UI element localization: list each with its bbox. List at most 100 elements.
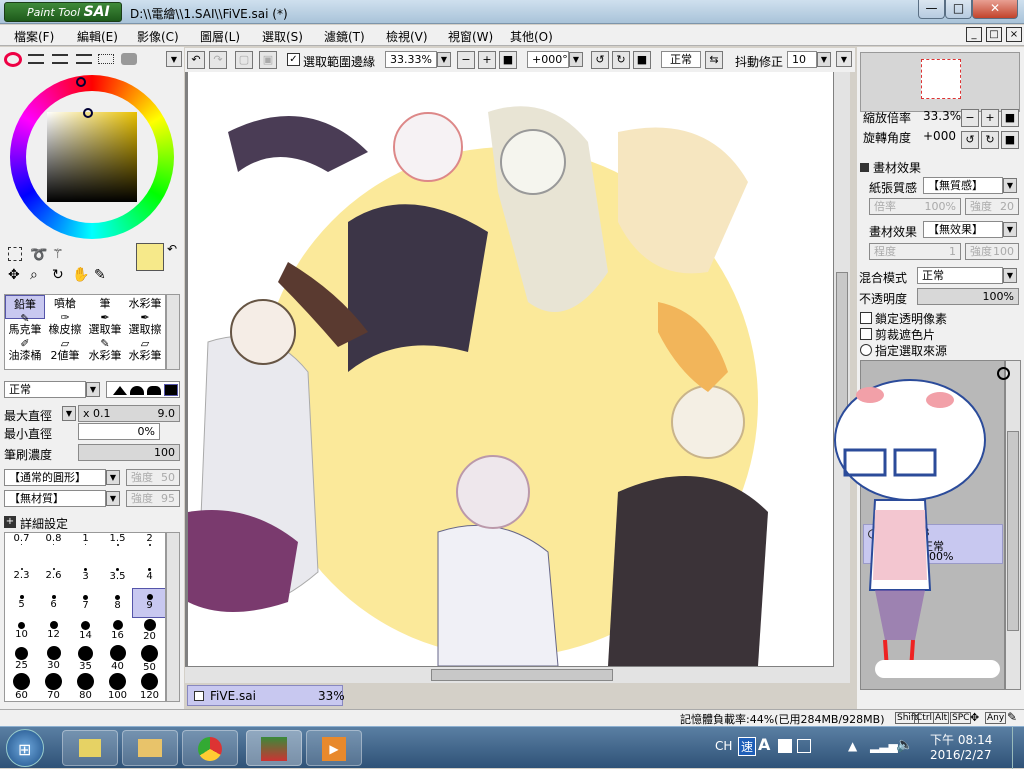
chevron-down-icon[interactable]: ▼ [437,52,451,67]
brush-size-cell[interactable]: 2 [133,533,165,561]
tool-pencil[interactable]: 鉛筆 ✎ [5,295,45,325]
brush-size-cell[interactable]: 14 [69,617,102,645]
chevron-down-icon[interactable]: ▼ [106,470,120,485]
horizontal-scroll-thumb[interactable] [431,669,613,681]
brush-texture-select[interactable]: 【無材質】 [4,490,106,507]
chevron-down-icon[interactable]: ▼ [1003,222,1017,237]
swap-colors-icon[interactable]: ↶ [167,242,177,256]
menu-file[interactable]: 檔案(F) [14,28,54,45]
edge-flat-icon[interactable] [164,384,178,396]
collapse-minus-icon[interactable] [860,163,869,172]
brush-size-cell[interactable]: 1.5 [101,533,134,561]
ime-fullwidth-icon[interactable] [778,739,792,753]
start-button[interactable]: ⊞ [6,729,44,767]
tool-watercolor-2[interactable]: 水彩筆 [85,347,125,371]
zoom-reset-icon[interactable]: ■ [499,51,517,69]
move-icon[interactable]: ✥ [8,267,20,283]
canvas-area[interactable] [185,72,850,668]
rotate-reset-icon[interactable]: ■ [633,51,651,69]
lasso-icon[interactable]: ➰ [30,247,47,263]
menu-view[interactable]: 檢視(V) [386,28,428,45]
tool-list-scrollbar[interactable] [166,294,180,370]
brush-size-cell[interactable]: 0.7 [5,533,38,561]
lock-alpha-checkbox[interactable] [860,312,872,324]
tool-watercolor[interactable]: 水彩筆 ✒ [125,295,165,324]
brush-size-cell[interactable]: 10 [5,617,38,645]
hand-icon[interactable]: ✋ [72,267,89,283]
brush-size-cell[interactable]: 80 [69,673,102,701]
paper-scale-field[interactable]: 倍率 100% [869,198,961,215]
flip-horizontal-icon[interactable]: ⇆ [705,51,723,69]
menu-image[interactable]: 影像(C) [137,28,179,45]
navigator-viewport[interactable] [921,59,961,99]
expand-plus-icon[interactable]: + [4,516,16,528]
color-wheel-tab-icon[interactable] [4,52,22,67]
rotate-icon[interactable]: ↻ [52,267,64,283]
selection-source-radio[interactable] [860,344,872,356]
tool-airbrush[interactable]: 噴槍 ✑ [45,295,85,324]
toolbar-menu-button[interactable]: ▼ [836,51,852,67]
magic-wand-icon[interactable]: ⚚ [52,247,64,262]
brush-size-cell[interactable]: 4 [133,561,165,589]
volume-icon[interactable]: 🔈 [896,737,913,753]
nav-rotate-reset-icon[interactable]: ■ [1001,131,1019,149]
taskbar-app-chrome[interactable] [182,730,238,766]
tool-marker[interactable]: 馬克筆 ✐ [5,321,45,350]
nav-zoom-in-icon[interactable]: + [981,109,999,127]
details-toggle[interactable]: 詳細設定 [20,515,68,532]
deselect-icon[interactable]: ▢ [235,51,253,69]
paper-strength-field[interactable]: 強度 20 [965,198,1019,215]
brush-size-cell[interactable]: 12 [37,617,70,645]
show-hidden-icons-icon[interactable]: ▲ [848,739,857,753]
menu-window[interactable]: 視窗(W) [448,28,493,45]
tool-select-eraser[interactable]: 選取擦 ▱ [125,321,165,350]
clock-date[interactable]: 2016/2/27 [930,748,992,762]
marquee-icon[interactable] [8,247,22,261]
rotate-left-icon[interactable]: ↺ [591,51,609,69]
mdi-minimize-button[interactable]: _ [966,27,982,42]
brush-size-cell[interactable]: 8 [101,589,134,617]
nav-rotate-left-icon[interactable]: ↺ [961,131,979,149]
brush-size-cell[interactable]: 50 [133,645,165,673]
brush-size-cell[interactable]: 40 [101,645,134,673]
menu-select[interactable]: 選取(S) [262,28,303,45]
chevron-down-icon[interactable]: ▼ [86,382,100,397]
left-panel-collapse-button[interactable]: ▼ [166,51,182,67]
brush-size-cell[interactable]: 0.8 [37,533,70,561]
chevron-down-icon[interactable]: ▼ [1003,268,1017,283]
nav-zoom-out-icon[interactable]: − [961,109,979,127]
document-tab[interactable]: FiVE.sai 33% [187,685,345,706]
brush-size-cell[interactable]: 60 [5,673,38,701]
clock-time[interactable]: 下午 08:14 [930,731,992,748]
tool-brush[interactable]: 筆 ✒ [85,295,125,324]
brush-size-cell[interactable]: 25 [5,645,38,673]
canvas-horizontal-scrollbar[interactable] [185,667,850,683]
ime-softkey-icon[interactable] [797,739,811,753]
brush-size-cell[interactable]: 7 [69,589,102,617]
brush-size-cell[interactable]: 2.6 [37,561,70,589]
saturation-value-square[interactable] [47,112,137,202]
brush-size-cell[interactable]: 30 [37,645,70,673]
brush-size-cell[interactable]: 5 [5,589,38,617]
brush-size-cell[interactable]: 2.3 [5,561,38,589]
paper-texture-select[interactable]: 【無質感】 [923,177,1003,194]
menu-other[interactable]: 其他(O) [510,28,553,45]
brush-grid-scrollbar[interactable] [166,532,180,702]
edge-soft-icon[interactable] [147,386,161,395]
taskbar-app-media[interactable]: ▶ [306,730,362,766]
brush-size-cell[interactable]: 120 [133,673,165,701]
primary-color-swatch[interactable] [136,243,164,271]
rgb-slider-tab-icon[interactable] [28,54,44,64]
menu-filter[interactable]: 濾鏡(T) [324,28,365,45]
brush-size-cell[interactable]: 20 [133,617,165,645]
minimize-button[interactable]: — [918,0,945,19]
nav-zoom-reset-icon[interactable]: ■ [1001,109,1019,127]
zoom-field[interactable]: 33.33% [385,51,437,68]
min-size-slider[interactable]: 0% [78,423,160,440]
density-slider[interactable]: 100 [78,444,180,461]
redo-icon[interactable]: ↷ [209,51,227,69]
stabilizer-field[interactable]: 10 [787,51,817,68]
effect-strength-field[interactable]: 強度 100 [965,243,1019,260]
max-size-slider[interactable]: x 0.1 9.0 [78,405,180,422]
eyedropper-icon[interactable]: ✎ [94,267,106,283]
